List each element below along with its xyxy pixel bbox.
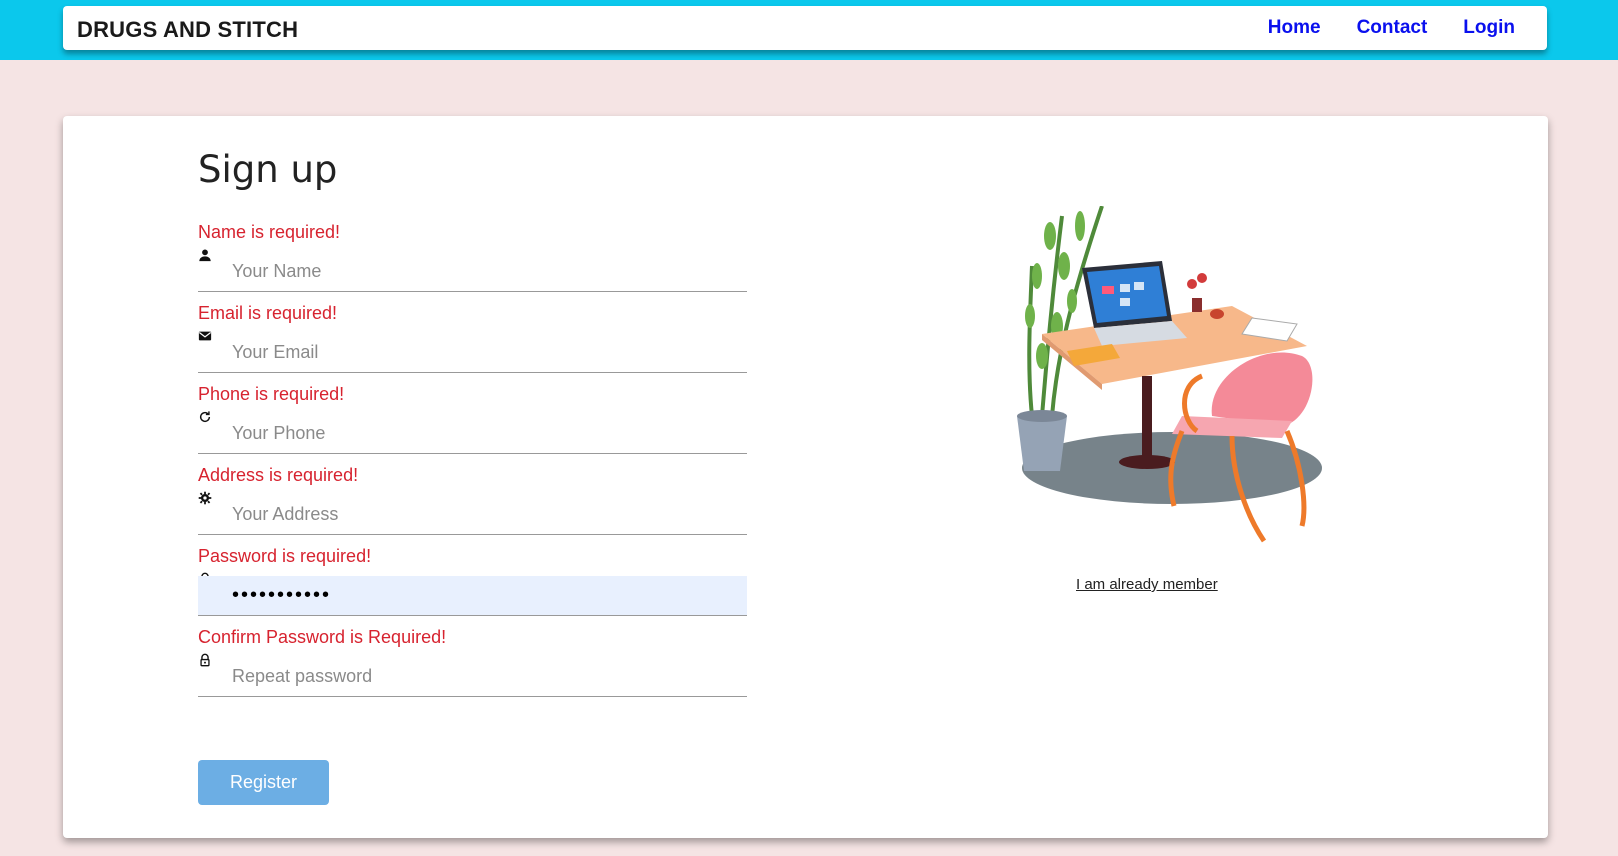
nav-home-link[interactable]: Home	[1268, 17, 1321, 39]
confirm-password-field-group: Confirm Password is Required!	[198, 627, 747, 711]
phone-field-group: Phone is required!	[198, 384, 747, 468]
nav-links: Home Contact Login	[1268, 17, 1515, 39]
nav-contact-link[interactable]: Contact	[1357, 17, 1428, 39]
phone-error: Phone is required!	[198, 384, 345, 404]
navbar: DRUGS AND STITCH Home Contact Login	[63, 6, 1547, 50]
email-error: Email is required!	[198, 303, 338, 323]
confirm-password-error: Confirm Password is Required!	[198, 627, 447, 647]
address-field-group: Address is required!	[198, 465, 747, 549]
name-error: Name is required!	[198, 222, 341, 242]
password-field-group: Password is required!	[198, 546, 747, 630]
address-input[interactable]	[198, 495, 747, 535]
already-member-link[interactable]: I am already member	[1076, 576, 1218, 593]
name-field-group: Name is required!	[198, 222, 747, 306]
confirm-password-input[interactable]	[198, 657, 747, 697]
password-input[interactable]	[198, 576, 747, 616]
password-error: Password is required!	[198, 546, 372, 566]
email-input[interactable]	[198, 333, 747, 373]
email-field-group: Email is required!	[198, 303, 747, 387]
register-button[interactable]: Register	[198, 760, 329, 805]
nav-login-link[interactable]: Login	[1463, 17, 1515, 39]
signup-card: Sign up Name is required! Email is requi…	[63, 116, 1548, 838]
address-error: Address is required!	[198, 465, 359, 485]
name-input[interactable]	[198, 252, 747, 292]
desk-illustration	[1002, 205, 1332, 551]
phone-input[interactable]	[198, 414, 747, 454]
page-title: Sign up	[198, 148, 338, 191]
brand-logo[interactable]: DRUGS AND STITCH	[77, 17, 298, 43]
